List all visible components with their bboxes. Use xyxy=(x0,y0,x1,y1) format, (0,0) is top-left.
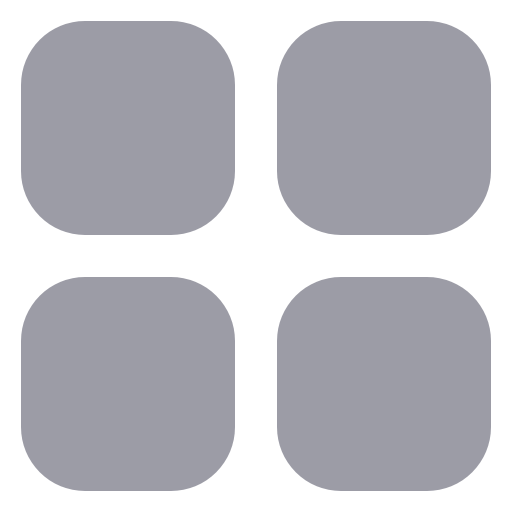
grid-icon xyxy=(0,0,512,512)
grid-tile-bottom-right xyxy=(277,277,491,491)
grid-tile-bottom-left xyxy=(21,277,235,491)
grid-tile-top-right xyxy=(277,21,491,235)
grid-tile-top-left xyxy=(21,21,235,235)
